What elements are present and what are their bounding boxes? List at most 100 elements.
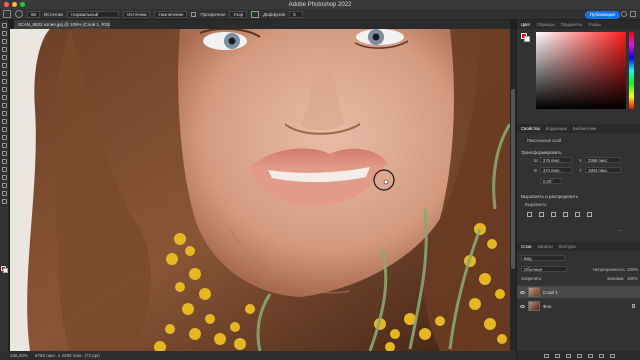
height-field[interactable]: 374 пикс. <box>540 167 572 173</box>
tab-layers[interactable]: Слои <box>521 244 531 249</box>
lasso-tool-icon[interactable] <box>1 47 7 52</box>
path-selection-tool-icon[interactable] <box>1 167 7 172</box>
add-mask-icon[interactable] <box>565 353 571 358</box>
dodge-tool-icon[interactable] <box>1 143 7 148</box>
transform-header[interactable]: Трансформировать <box>521 150 562 155</box>
type-tool-icon[interactable] <box>1 159 7 164</box>
tab-patterns[interactable]: Узоры <box>588 22 600 27</box>
minimize-window-button[interactable] <box>12 2 17 7</box>
align-left-icon[interactable] <box>527 212 532 217</box>
clone-stamp-tool-icon[interactable] <box>1 103 7 108</box>
hue-slider[interactable] <box>629 32 634 109</box>
delete-layer-icon[interactable] <box>609 353 615 358</box>
quick-selection-tool-icon[interactable] <box>1 55 7 60</box>
shape-tool-icon[interactable] <box>1 175 7 180</box>
document-tab[interactable]: 0CAN_9532 копия.jpg @ 106% (Слой 1, RGB/… <box>14 20 110 29</box>
tab-channels[interactable]: Каналы <box>537 244 552 249</box>
visibility-eye-icon[interactable] <box>520 290 525 294</box>
artboard-tool-icon[interactable] <box>1 31 7 36</box>
frame-tool-icon[interactable] <box>1 71 7 76</box>
diffusion-field[interactable]: 5 <box>289 10 304 18</box>
layer-name[interactable]: Фон <box>543 304 551 309</box>
layer-thumbnail <box>528 287 540 297</box>
tab-properties[interactable]: Свойства <box>521 126 540 131</box>
healing-brush-tool-icon[interactable] <box>1 87 7 92</box>
link-layers-icon[interactable] <box>543 353 549 358</box>
layer-row[interactable]: Фон <box>517 300 640 312</box>
width-field[interactable]: 276 пикс. <box>540 157 572 163</box>
background-color-swatch[interactable] <box>3 268 8 273</box>
zoom-level[interactable]: 106,43% <box>10 353 28 358</box>
align-center-icon[interactable] <box>539 212 544 217</box>
search-icon[interactable] <box>621 11 627 17</box>
document-canvas[interactable] <box>10 29 510 351</box>
document-size: 6783 пикс. x 4480 пикс. (72 ppi) <box>35 353 100 358</box>
panel-background-swatch[interactable] <box>524 36 530 42</box>
new-layer-icon[interactable] <box>598 353 604 358</box>
lock-icon <box>632 304 635 308</box>
tab-adjustments[interactable]: Коррекция <box>546 126 567 131</box>
brush-tool-icon[interactable] <box>1 95 7 100</box>
layer-style-icon[interactable] <box>554 353 560 358</box>
gradient-tool-icon[interactable] <box>1 127 7 132</box>
color-swatches[interactable] <box>1 266 8 273</box>
marquee-tool-icon[interactable] <box>1 39 7 44</box>
source-sampled-button[interactable]: Источник <box>123 10 151 18</box>
more-options-icon[interactable]: ··· <box>617 228 622 234</box>
workspace-icon[interactable] <box>630 11 636 17</box>
crop-tool-icon[interactable] <box>1 63 7 68</box>
more-tools-icon[interactable] <box>1 199 7 204</box>
angle-field[interactable]: 0,00° <box>540 178 562 184</box>
tab-swatches[interactable]: Образцы <box>537 22 555 27</box>
move-tool-icon[interactable] <box>1 23 7 28</box>
x-field[interactable]: 3366 пикс. <box>585 157 621 163</box>
destination-button[interactable]: Назначение <box>154 10 188 18</box>
opacity-label: Непрозрачность: <box>593 267 626 272</box>
options-bar: 65 Источник Нормальный Источник Назначен… <box>0 9 640 20</box>
layer-row[interactable]: Слой 1 <box>517 286 640 298</box>
blend-mode-select[interactable]: Обычные <box>521 266 567 272</box>
visibility-eye-icon[interactable] <box>520 304 525 308</box>
share-button[interactable]: Публикация <box>584 10 620 19</box>
eraser-tool-icon[interactable] <box>1 119 7 124</box>
align-right-icon[interactable] <box>551 212 556 217</box>
align-bottom-icon[interactable] <box>587 212 592 217</box>
layer-filter-select[interactable]: Вид <box>521 255 565 261</box>
properties-panel-tabs: Свойства Коррекция Библиотеки <box>517 124 640 133</box>
layers-panel-tabs: Слои Каналы Контуры <box>517 242 640 251</box>
eyedropper-tool-icon[interactable] <box>1 79 7 84</box>
align-middle-icon[interactable] <box>575 212 580 217</box>
tab-paths[interactable]: Контуры <box>559 244 576 249</box>
scroll-thumb[interactable] <box>511 89 515 269</box>
pattern-swatch[interactable] <box>251 10 260 18</box>
align-distribute-header[interactable]: Выровнять и распределить <box>521 194 578 199</box>
new-group-icon[interactable] <box>587 353 593 358</box>
brush-size-field[interactable]: 65 <box>27 10 41 18</box>
adjustment-layer-icon[interactable] <box>576 353 582 358</box>
tab-color[interactable]: Цвет <box>521 22 531 27</box>
maximize-window-button[interactable] <box>20 2 25 7</box>
history-brush-tool-icon[interactable] <box>1 111 7 116</box>
status-bar: 106,43% 6783 пикс. x 4480 пикс. (72 ppi) <box>0 351 516 360</box>
opacity-value[interactable]: 100% <box>627 267 638 272</box>
layer-name[interactable]: Слой 1 <box>543 290 558 295</box>
home-icon[interactable] <box>3 10 11 18</box>
healing-brush-tool-icon[interactable] <box>15 10 23 18</box>
mode-select[interactable]: Нормальный <box>67 10 120 18</box>
close-window-button[interactable] <box>4 2 9 7</box>
portrait-photo <box>10 29 510 351</box>
y-field[interactable]: 1804 пикс. <box>585 167 621 173</box>
transparent-checkbox[interactable] <box>191 11 197 17</box>
zoom-tool-icon[interactable] <box>1 191 7 196</box>
pen-tool-icon[interactable] <box>1 151 7 156</box>
blur-tool-icon[interactable] <box>1 135 7 140</box>
app-title: Adobe Photoshop 2022 <box>288 1 352 8</box>
align-label: Выровнять: <box>525 202 548 207</box>
fill-value[interactable]: 100% <box>627 276 638 281</box>
use-pattern-button[interactable]: Узор <box>229 10 248 18</box>
hand-tool-icon[interactable] <box>1 183 7 188</box>
align-top-icon[interactable] <box>563 212 568 217</box>
color-picker-field[interactable] <box>536 32 626 109</box>
tab-gradients[interactable]: Градиенты <box>561 22 583 27</box>
tab-libraries[interactable]: Библиотеки <box>573 126 596 131</box>
